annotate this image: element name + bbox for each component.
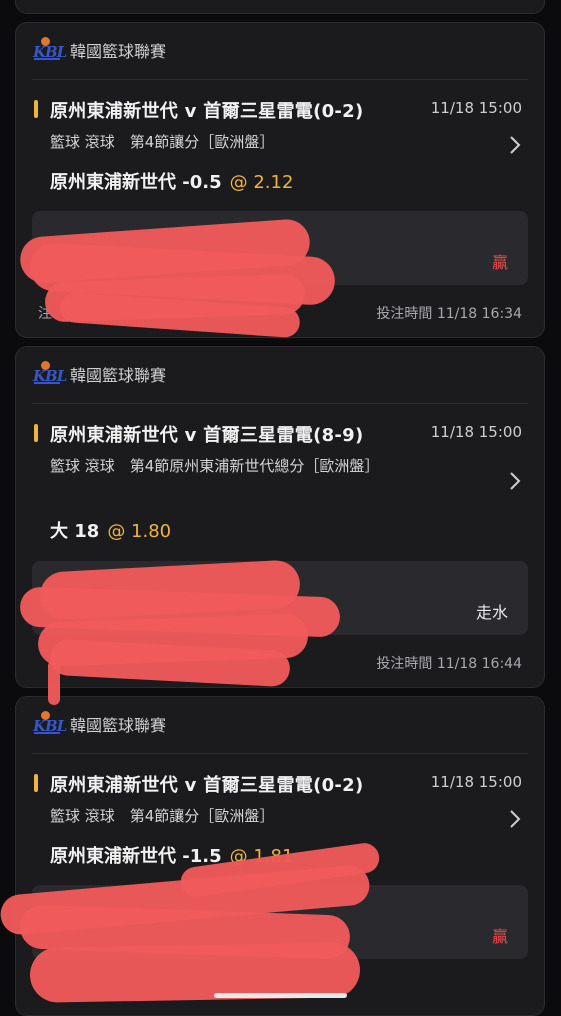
odds: @ 2.12 [229,172,294,193]
home-indicator[interactable] [214,993,347,998]
selection: 大 18 @ 1.80 [50,517,171,543]
kbl-logo: KBL [32,361,67,387]
selection-name: 原州東浦新世代 -0.5 [50,172,222,193]
selection-name: 大 18 [50,521,100,542]
selection: 原州東浦新世代 -0.5 @ 2.12 [50,168,293,194]
chevron-right-icon[interactable] [508,471,522,491]
league-row: KBL 韓國籃球聯賽 [32,711,166,737]
market-name: 籃球 滾球 第4節讓分［歐洲盤］ [50,133,275,151]
result-label: 走水 [475,603,508,622]
accent-bar [34,100,38,118]
result-label: 贏 [491,253,508,272]
market-name: 籃球 滾球 第4節原州東浦新世代總分［歐洲盤］ [50,457,380,475]
match-time: 11/18 15:00 [430,423,522,441]
match-time: 11/18 15:00 [430,773,522,791]
accent-bar [34,424,38,442]
divider [32,753,528,754]
divider [32,403,528,404]
match-title: 原州東浦新世代 v 首爾三星雷電(8-9) [50,425,364,446]
market-name: 籃球 滾球 第4節讓分［歐洲盤］ [50,807,275,825]
accent-bar [34,774,38,792]
odds: @ 1.80 [107,521,172,542]
match-title: 原州東浦新世代 v 首爾三星雷電(0-2) [50,101,364,122]
chevron-right-icon[interactable] [508,135,522,155]
result-label: 贏 [491,927,508,946]
match-title: 原州東浦新世代 v 首爾三星雷電(0-2) [50,775,364,796]
placed-time: 投注時間 11/18 16:34 [376,306,522,322]
league-row: KBL 韓國籃球聯賽 [32,37,166,63]
previous-bet-card[interactable] [15,0,545,14]
placed-time: 投注時間 11/18 16:44 [376,656,522,672]
league-row: KBL 韓國籃球聯賽 [32,361,166,387]
kbl-logo: KBL [32,711,67,737]
league-name: 韓國籃球聯賽 [70,366,167,385]
league-name: 韓國籃球聯賽 [70,716,167,735]
selection-name: 原州東浦新世代 -1.5 [50,846,222,867]
league-name: 韓國籃球聯賽 [70,42,167,61]
match-time: 11/18 15:00 [430,99,522,117]
divider [32,79,528,80]
kbl-logo: KBL [32,37,67,63]
chevron-right-icon[interactable] [508,809,522,829]
